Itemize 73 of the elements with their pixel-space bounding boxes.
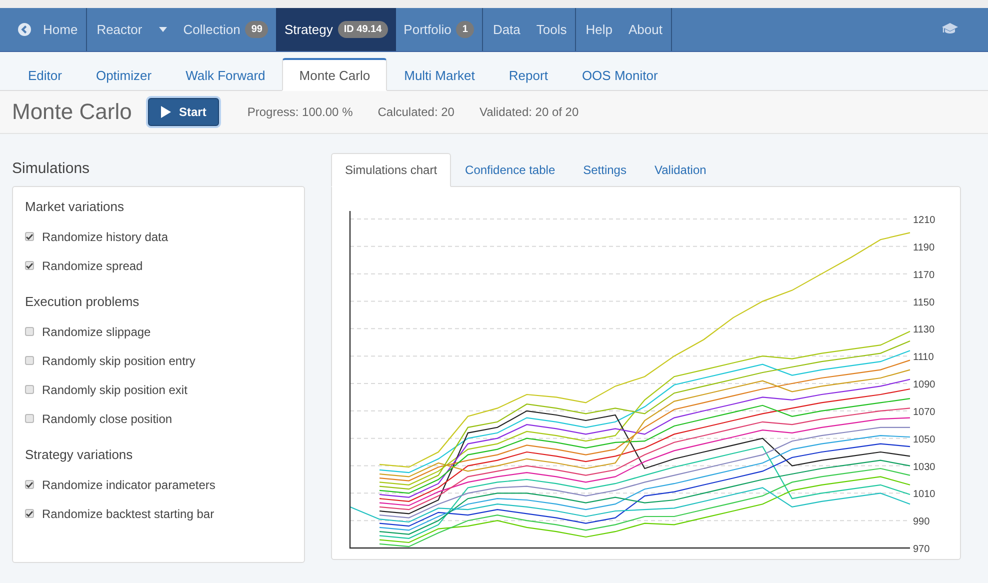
checkbox-label: Randomly close position	[42, 412, 172, 426]
nav-label: Data	[492, 22, 520, 37]
checkbox[interactable]	[25, 414, 34, 423]
page-tab[interactable]: Monte Carlo	[282, 58, 388, 92]
caret-icon	[159, 26, 168, 32]
chart-tab[interactable]: Simulations chart	[331, 153, 452, 187]
chart-tab[interactable]: Confidence table	[451, 153, 570, 187]
chart-tab[interactable]: Validation	[640, 153, 720, 187]
page-tab[interactable]: OOS Monitor	[564, 58, 675, 92]
y-tick-label: 990	[913, 516, 930, 528]
nav-label: About	[628, 22, 662, 37]
section-title: Market variations	[25, 199, 125, 214]
count-badge: 1	[456, 20, 474, 38]
status-text: Calculated: 20	[378, 105, 454, 120]
checkbox-label: Randomly skip position entry	[42, 354, 196, 368]
page-title: Monte Carlo	[12, 99, 133, 126]
checkbox[interactable]	[25, 480, 34, 489]
start-button[interactable]: Start	[148, 98, 220, 126]
graduation-cap-icon[interactable]	[942, 23, 958, 36]
panel-title: Simulations	[12, 159, 91, 179]
count-badge: ID 49.14	[338, 20, 388, 38]
y-tick-label: 1170	[913, 270, 935, 281]
checkbox[interactable]	[25, 232, 34, 241]
y-tick-label: 1030	[913, 462, 936, 473]
checkbox[interactable]	[25, 327, 34, 336]
nav-item[interactable]: Collection 99	[175, 8, 276, 51]
y-tick-label: 1010	[913, 489, 936, 500]
checkbox-label: Randomize backtest starting bar	[42, 506, 214, 520]
checkbox-label: Randomize history data	[42, 230, 168, 244]
checkbox-label: Randomly skip position exit	[42, 382, 188, 396]
nav-item[interactable]: About	[620, 8, 670, 51]
status-text: Progress: 100.00 %	[247, 105, 353, 120]
checkbox[interactable]	[25, 356, 34, 365]
nav-label: Reactor	[96, 22, 142, 37]
nav-item[interactable]: Home	[0, 8, 86, 51]
y-tick-label: 1150	[913, 297, 935, 308]
nav-item[interactable]: Tools	[528, 8, 575, 51]
nav-item[interactable]: Portfolio 1	[396, 8, 482, 51]
page-tab[interactable]: Report	[492, 58, 565, 92]
y-tick-label: 1210	[913, 215, 936, 226]
nav-label: Home	[43, 22, 78, 37]
checkbox[interactable]	[25, 261, 34, 270]
y-tick-label: 970	[913, 544, 930, 555]
page-tab[interactable]: Optimizer	[78, 58, 169, 92]
y-tick-label: 1050	[913, 434, 936, 446]
play-icon	[161, 106, 171, 118]
page-tab[interactable]: Editor	[11, 58, 79, 92]
nav-label: Collection	[183, 22, 240, 37]
page-tab[interactable]: Multi Market	[387, 58, 492, 92]
y-tick-label: 1090	[913, 380, 936, 390]
checkbox-label: Randomize spread	[42, 258, 143, 272]
checkbox[interactable]	[25, 509, 34, 518]
checkbox-label: Randomize slippage	[42, 324, 151, 338]
chart-tab[interactable]: Settings	[569, 153, 640, 187]
checkbox[interactable]	[25, 385, 34, 394]
nav-label: Strategy	[284, 22, 333, 37]
y-tick-label: 1110	[913, 352, 934, 364]
status-text: Validated: 20 of 20	[479, 105, 579, 120]
page-tab[interactable]: Walk Forward	[168, 58, 282, 92]
section-title: Strategy variations	[25, 447, 134, 462]
nav-item[interactable]: Data	[482, 8, 528, 51]
section-title: Execution problems	[25, 294, 140, 309]
checkbox-label: Randomize indicator parameters	[42, 478, 216, 492]
nav-label: Help	[586, 22, 613, 37]
y-tick-label: 1130	[913, 324, 935, 336]
nav-item[interactable]: Reactor	[86, 8, 176, 51]
y-tick-label: 1070	[913, 406, 936, 418]
nav-item[interactable]: Strategy ID 49.14	[276, 8, 396, 51]
nav-label: Tools	[536, 22, 567, 37]
y-tick-label: 1190	[913, 242, 935, 254]
nav-item[interactable]: Help	[576, 8, 621, 51]
nav-label: Portfolio	[404, 22, 452, 37]
count-badge: 99	[245, 20, 268, 38]
